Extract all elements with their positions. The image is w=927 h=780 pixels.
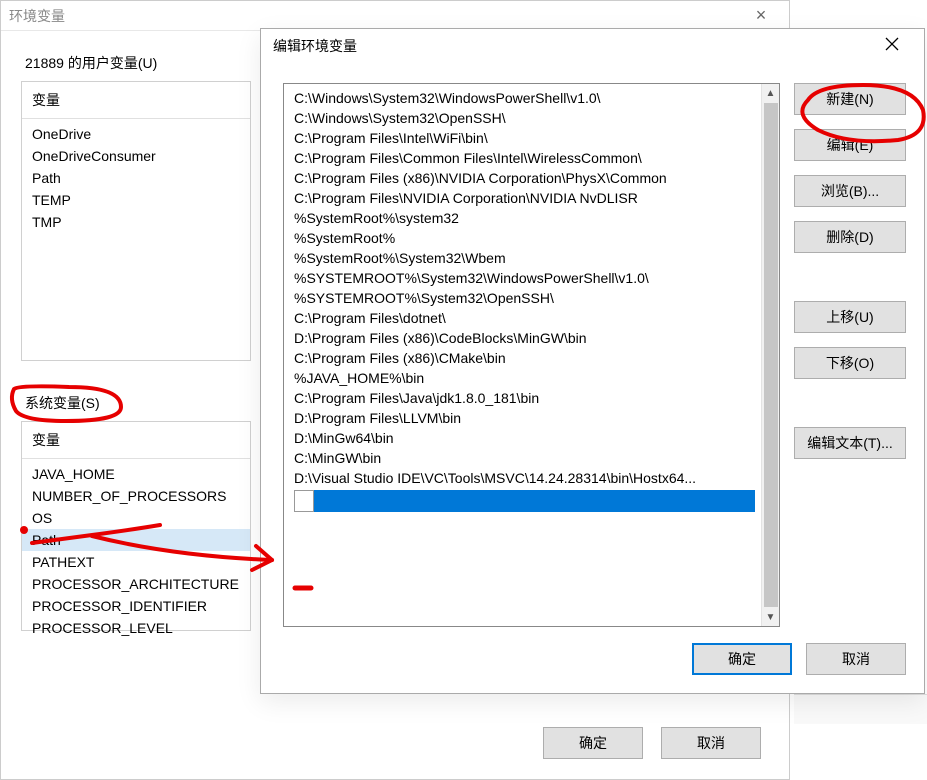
- path-row[interactable]: %SystemRoot%\system32: [284, 208, 761, 228]
- front-titlebar: 编辑环境变量: [261, 29, 924, 63]
- system-var-row[interactable]: Path: [22, 529, 250, 551]
- system-var-row[interactable]: NUMBER_OF_PROCESSORS: [22, 485, 250, 507]
- front-close-button[interactable]: [872, 37, 912, 56]
- path-row[interactable]: %SystemRoot%: [284, 228, 761, 248]
- scrollbar[interactable]: ▲ ▼: [761, 84, 779, 626]
- button-column: 新建(N) 编辑(E) 浏览(B)... 删除(D) 上移(U) 下移(O) 编…: [794, 83, 906, 627]
- path-row[interactable]: C:\Program Files\Java\jdk1.8.0_181\bin: [284, 388, 761, 408]
- system-var-row[interactable]: PATHEXT: [22, 551, 250, 573]
- delete-button[interactable]: 删除(D): [794, 221, 906, 253]
- user-vars-label: 21889 的用户变量(U): [21, 51, 161, 75]
- front-body: C:\Windows\System32\WindowsPowerShell\v1…: [261, 63, 924, 693]
- user-var-row[interactable]: TMP: [22, 211, 250, 233]
- front-footer: 确定 取消: [283, 643, 906, 675]
- new-button[interactable]: 新建(N): [794, 83, 906, 115]
- path-list[interactable]: C:\Windows\System32\WindowsPowerShell\v1…: [283, 83, 780, 627]
- user-var-row[interactable]: OneDrive: [22, 123, 250, 145]
- move-up-button[interactable]: 上移(U): [794, 301, 906, 333]
- front-main: C:\Windows\System32\WindowsPowerShell\v1…: [283, 83, 906, 627]
- scroll-down-arrow[interactable]: ▼: [762, 608, 779, 626]
- path-edit-selection: [314, 490, 755, 512]
- back-footer: 确定 取消: [1, 727, 789, 759]
- edit-button[interactable]: 编辑(E): [794, 129, 906, 161]
- path-row[interactable]: D:\Visual Studio IDE\VC\Tools\MSVC\14.24…: [284, 468, 761, 488]
- system-vars-list[interactable]: 变量 JAVA_HOMENUMBER_OF_PROCESSORSOSPathPA…: [21, 421, 251, 631]
- path-row[interactable]: C:\Program Files\dotnet\: [284, 308, 761, 328]
- path-row[interactable]: %JAVA_HOME%\bin: [284, 368, 761, 388]
- user-var-row[interactable]: OneDriveConsumer: [22, 145, 250, 167]
- system-var-row[interactable]: OS: [22, 507, 250, 529]
- scroll-up-arrow[interactable]: ▲: [762, 84, 779, 102]
- user-vars-list[interactable]: 变量 OneDriveOneDriveConsumerPathTEMPTMP: [21, 81, 251, 361]
- front-title: 编辑环境变量: [273, 36, 357, 56]
- edit-text-button[interactable]: 编辑文本(T)...: [794, 427, 906, 459]
- user-var-row[interactable]: TEMP: [22, 189, 250, 211]
- path-edit-row[interactable]: [294, 490, 755, 512]
- close-icon: [885, 37, 899, 51]
- path-row[interactable]: C:\Program Files\NVIDIA Corporation\NVID…: [284, 188, 761, 208]
- system-var-row[interactable]: PROCESSOR_IDENTIFIER: [22, 595, 250, 617]
- system-vars-header: 变量: [22, 422, 250, 459]
- user-var-row[interactable]: Path: [22, 167, 250, 189]
- path-row[interactable]: C:\Program Files (x86)\CMake\bin: [284, 348, 761, 368]
- front-cancel-button[interactable]: 取消: [806, 643, 906, 675]
- path-row[interactable]: C:\MinGW\bin: [284, 448, 761, 468]
- path-edit-input[interactable]: [294, 490, 314, 512]
- edit-env-var-dialog: 编辑环境变量 C:\Windows\System32\WindowsPowerS…: [260, 28, 925, 694]
- back-cancel-button[interactable]: 取消: [661, 727, 761, 759]
- path-row[interactable]: D:\Program Files\LLVM\bin: [284, 408, 761, 428]
- back-close-button[interactable]: ×: [741, 5, 781, 26]
- system-var-row[interactable]: PROCESSOR_ARCHITECTURE: [22, 573, 250, 595]
- path-row[interactable]: C:\Program Files\Common Files\Intel\Wire…: [284, 148, 761, 168]
- move-down-button[interactable]: 下移(O): [794, 347, 906, 379]
- back-title: 环境变量: [9, 6, 65, 26]
- scroll-thumb[interactable]: [764, 103, 778, 607]
- path-row[interactable]: C:\Program Files (x86)\NVIDIA Corporatio…: [284, 168, 761, 188]
- path-row[interactable]: D:\Program Files (x86)\CodeBlocks\MinGW\…: [284, 328, 761, 348]
- background-stripe: [794, 694, 927, 724]
- path-row[interactable]: D:\MinGw64\bin: [284, 428, 761, 448]
- path-row[interactable]: %SYSTEMROOT%\System32\WindowsPowerShell\…: [284, 268, 761, 288]
- system-var-row[interactable]: JAVA_HOME: [22, 463, 250, 485]
- back-ok-button[interactable]: 确定: [543, 727, 643, 759]
- system-vars-label: 系统变量(S): [21, 391, 104, 415]
- back-titlebar: 环境变量 ×: [1, 1, 789, 31]
- path-row[interactable]: C:\Windows\System32\OpenSSH\: [284, 108, 761, 128]
- front-ok-button[interactable]: 确定: [692, 643, 792, 675]
- path-row[interactable]: C:\Program Files\Intel\WiFi\bin\: [284, 128, 761, 148]
- path-row[interactable]: %SystemRoot%\System32\Wbem: [284, 248, 761, 268]
- path-row[interactable]: %SYSTEMROOT%\System32\OpenSSH\: [284, 288, 761, 308]
- browse-button[interactable]: 浏览(B)...: [794, 175, 906, 207]
- user-vars-header: 变量: [22, 82, 250, 119]
- system-var-row[interactable]: PROCESSOR_LEVEL: [22, 617, 250, 639]
- path-row[interactable]: C:\Windows\System32\WindowsPowerShell\v1…: [284, 88, 761, 108]
